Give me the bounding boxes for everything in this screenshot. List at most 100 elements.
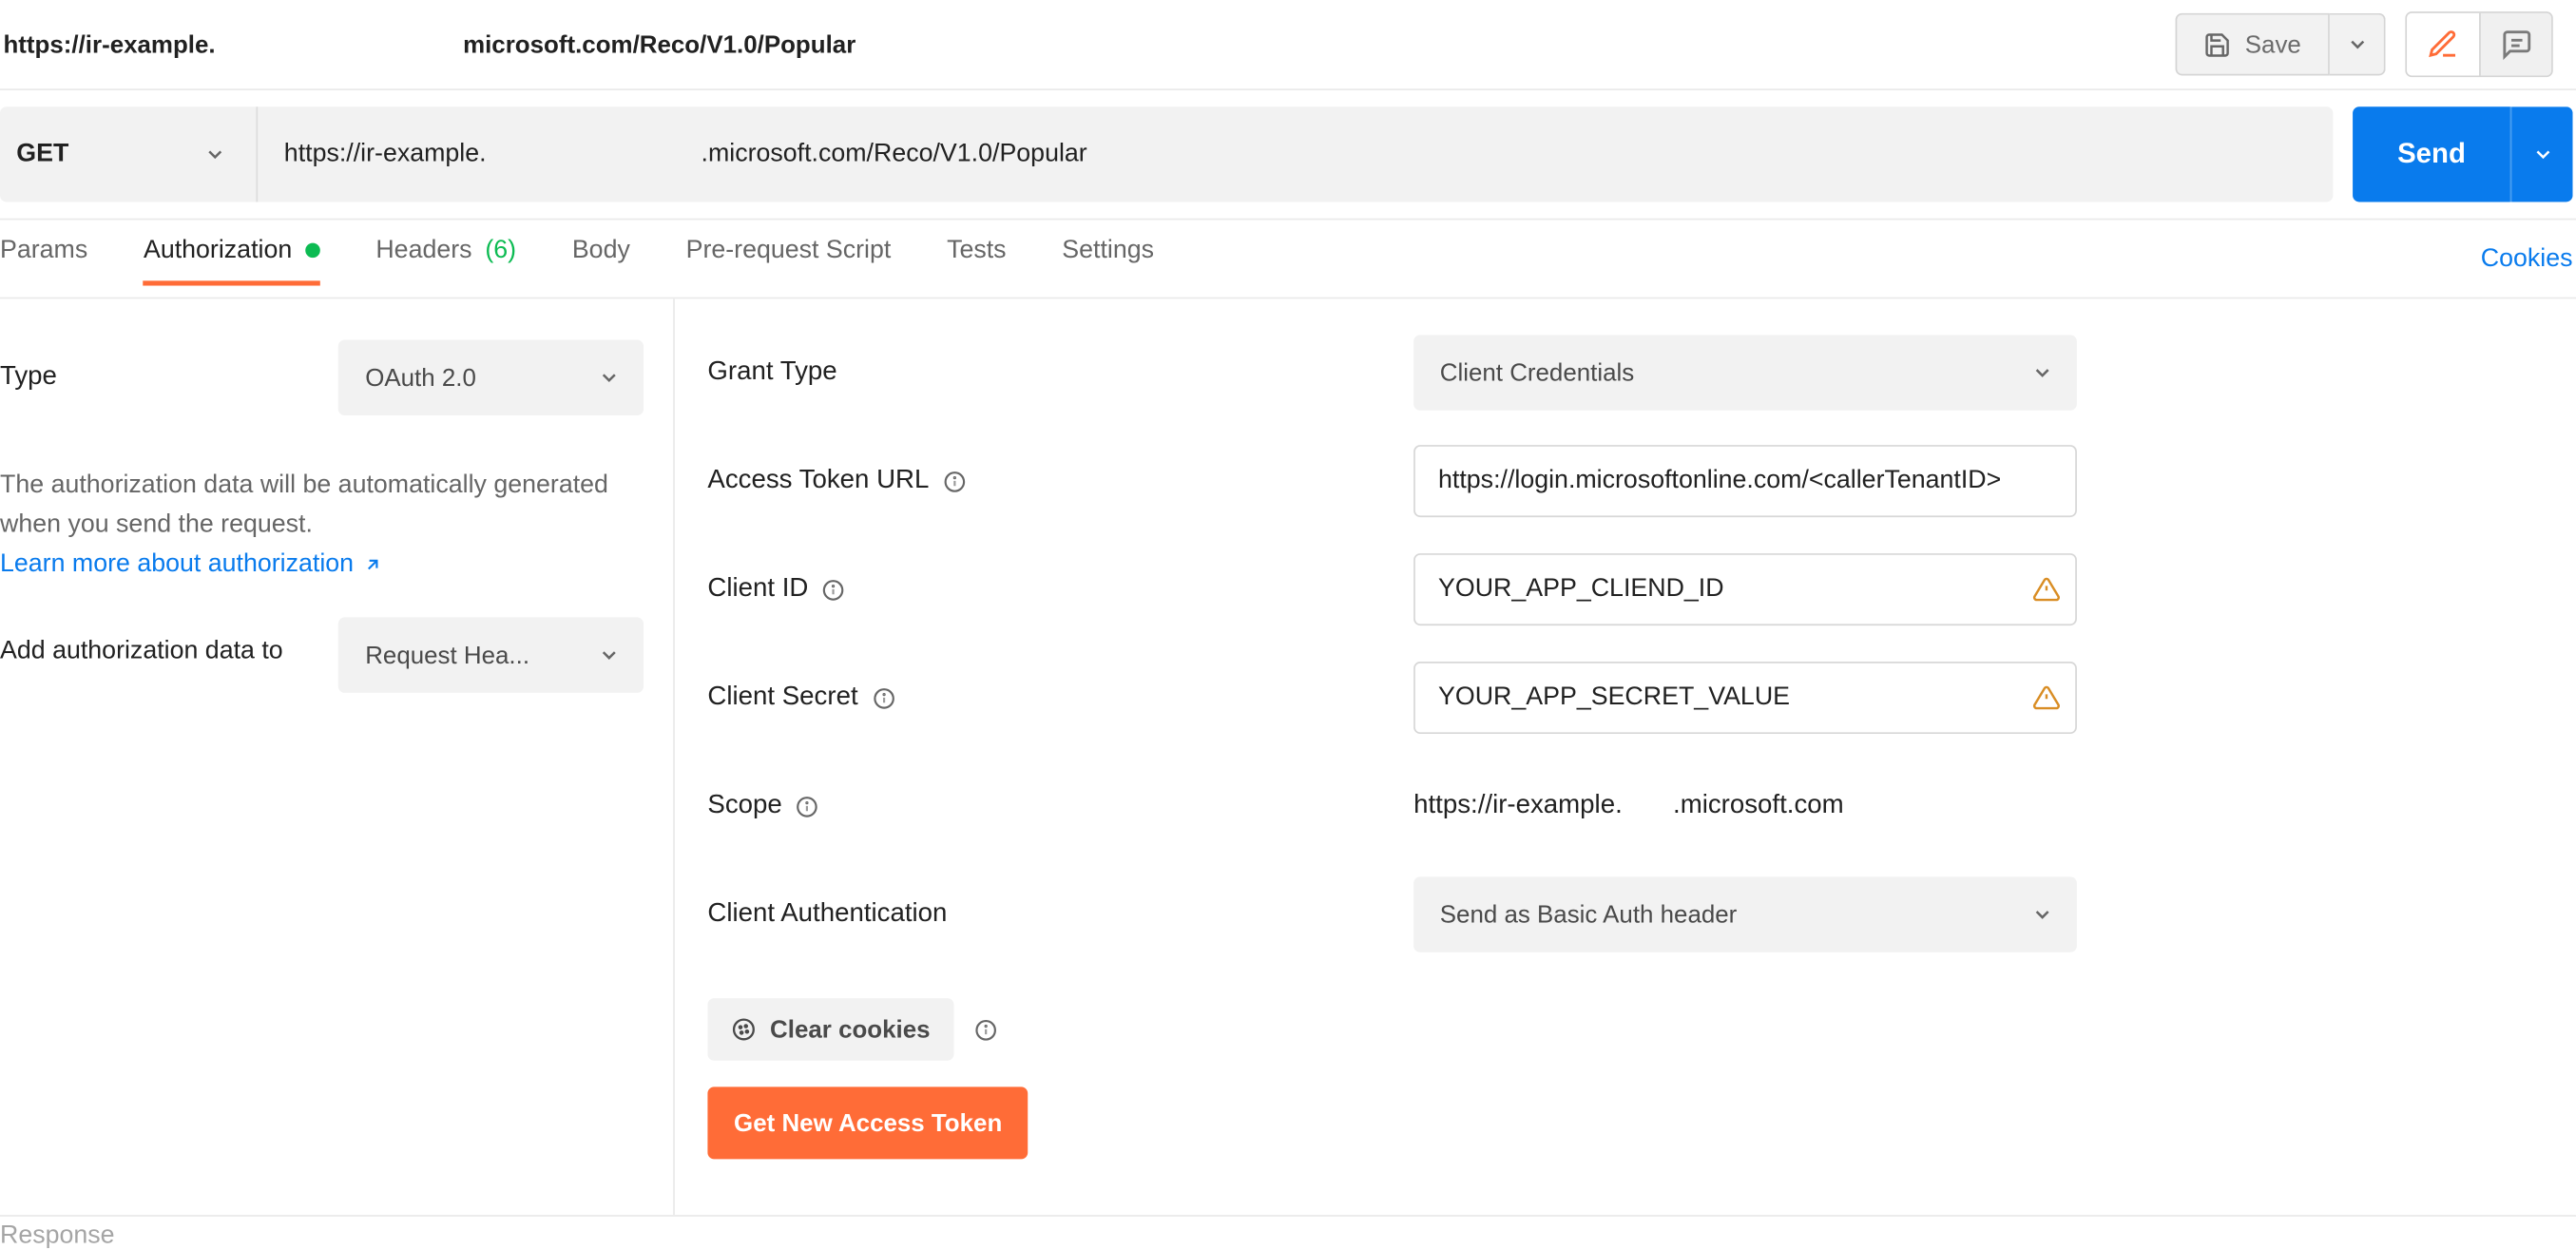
tab-authorization[interactable]: Authorization [144,236,320,285]
save-button[interactable]: Save [2176,13,2330,76]
tab-pre-request-label: Pre-request Script [686,236,892,265]
auth-type-value: OAuth 2.0 [365,364,476,392]
response-section-header: Response [0,1215,2576,1250]
client-id-label: Client ID [707,575,808,605]
learn-more-label: Learn more about authorization [0,545,354,584]
scope-value-a: https://ir-example. [1413,792,1673,821]
chevron-down-icon [2530,143,2553,165]
tab-tests[interactable]: Tests [947,236,1007,285]
add-auth-to-row: Add authorization data to Request Hea... [0,618,644,693]
edit-button[interactable] [2407,13,2479,76]
request-title-part-a: https://ir-example. [0,30,463,58]
top-bar: https://ir-example. microsoft.com/Reco/V… [0,0,2576,90]
cookie-actions-row: Clear cookies [707,998,2576,1061]
client-auth-value: Send as Basic Auth header [1440,900,1738,928]
tab-body-label: Body [572,236,630,265]
send-button[interactable]: Send [2353,106,2510,202]
edit-comment-group [2405,11,2552,77]
auth-form-column: Grant Type Client Credentials Access Tok… [675,298,2576,1215]
tab-authorization-label: Authorization [144,236,292,265]
save-button-label: Save [2245,30,2301,58]
info-icon [942,469,967,493]
access-token-url-row: Access Token URL [707,443,2576,518]
add-auth-to-label: Add authorization data to [0,618,339,671]
auth-type-select[interactable]: OAuth 2.0 [339,340,644,415]
save-button-group: Save [2176,13,2386,76]
grant-type-label: Grant Type [707,358,1413,388]
auth-info-copy: The authorization data will be automatic… [0,471,608,539]
get-new-access-token-button[interactable]: Get New Access Token [707,1087,1028,1159]
client-secret-input[interactable] [1413,662,2077,734]
grant-type-select[interactable]: Client Credentials [1413,335,2077,410]
scope-label: Scope [707,792,781,821]
learn-more-link[interactable]: Learn more about authorization [0,545,383,584]
url-part-b: .microsoft.com/Reco/V1.0/Popular [702,140,1087,169]
comment-button[interactable] [2479,13,2551,76]
topbar-actions: Save [2176,11,2576,77]
response-label: Response [0,1221,115,1250]
client-id-input[interactable] [1413,553,2077,625]
cookies-link[interactable]: Cookies [2481,243,2573,273]
scope-row: Scope https://ir-example. .microsoft.com [707,768,2576,843]
url-part-a: https://ir-example. [284,140,702,169]
auth-type-row: Type OAuth 2.0 [0,338,644,417]
chevron-down-icon [2031,903,2054,926]
send-dropdown-button[interactable] [2510,106,2573,202]
client-secret-row: Client Secret [707,660,2576,735]
save-dropdown-button[interactable] [2330,13,2386,76]
get-new-access-token-label: Get New Access Token [734,1109,1002,1137]
tab-body[interactable]: Body [572,236,630,285]
authorization-panel: Type OAuth 2.0 The authorization data wi… [0,298,2576,1215]
method-label: GET [16,140,68,169]
info-icon [871,685,895,710]
tab-headers-label: Headers [375,236,471,265]
clear-cookies-label: Clear cookies [770,1015,931,1043]
auth-info-text: The authorization data will be automatic… [0,467,644,585]
external-link-icon [363,555,383,575]
tab-params[interactable]: Params [0,236,87,285]
pencil-icon [2427,28,2460,61]
client-auth-row: Client Authentication Send as Basic Auth… [707,876,2576,952]
tab-headers[interactable]: Headers (6) [375,236,516,285]
comment-icon [2500,28,2533,61]
status-dot-icon [305,243,320,259]
grant-type-value: Client Credentials [1440,358,1634,386]
tab-settings-label: Settings [1062,236,1154,265]
request-row: GET https://ir-example. .microsoft.com/R… [0,90,2576,220]
info-icon [821,577,846,602]
clear-cookies-button[interactable]: Clear cookies [707,998,952,1061]
client-id-row: Client ID [707,551,2576,626]
cookies-link-label: Cookies [2481,243,2573,271]
cookie-icon [731,1016,758,1043]
auth-type-label: Type [0,363,339,393]
access-token-url-label: Access Token URL [707,467,929,496]
tab-settings[interactable]: Settings [1062,236,1154,285]
info-icon [796,794,820,818]
add-auth-to-select[interactable]: Request Hea... [339,618,644,693]
method-url-group: GET https://ir-example. .microsoft.com/R… [0,106,2333,202]
tab-pre-request-script[interactable]: Pre-request Script [686,236,892,285]
warning-icon [2032,575,2060,603]
client-auth-label: Client Authentication [707,900,1413,930]
scope-value-b: .microsoft.com [1673,792,1844,821]
tab-params-label: Params [0,236,87,265]
method-select[interactable]: GET [0,106,258,202]
chevron-down-icon [2345,33,2368,56]
chevron-down-icon [598,366,621,389]
client-auth-select[interactable]: Send as Basic Auth header [1413,876,2077,952]
info-icon [972,1017,997,1042]
chevron-down-icon [2031,361,2054,384]
url-input[interactable]: https://ir-example. .microsoft.com/Reco/… [258,106,2333,202]
access-token-url-input[interactable] [1413,445,2077,517]
add-auth-to-value: Request Hea... [365,642,529,669]
chevron-down-icon [598,644,621,666]
grant-type-row: Grant Type Client Credentials [707,335,2576,410]
tab-headers-count: (6) [485,236,516,265]
save-icon [2204,30,2232,58]
send-button-label: Send [2397,138,2466,169]
auth-left-column: Type OAuth 2.0 The authorization data wi… [0,298,675,1215]
client-secret-label: Client Secret [707,683,857,713]
scope-input[interactable]: https://ir-example. .microsoft.com [1413,792,2077,821]
chevron-down-icon [203,143,226,165]
request-title: https://ir-example. microsoft.com/Reco/V… [0,0,2176,88]
